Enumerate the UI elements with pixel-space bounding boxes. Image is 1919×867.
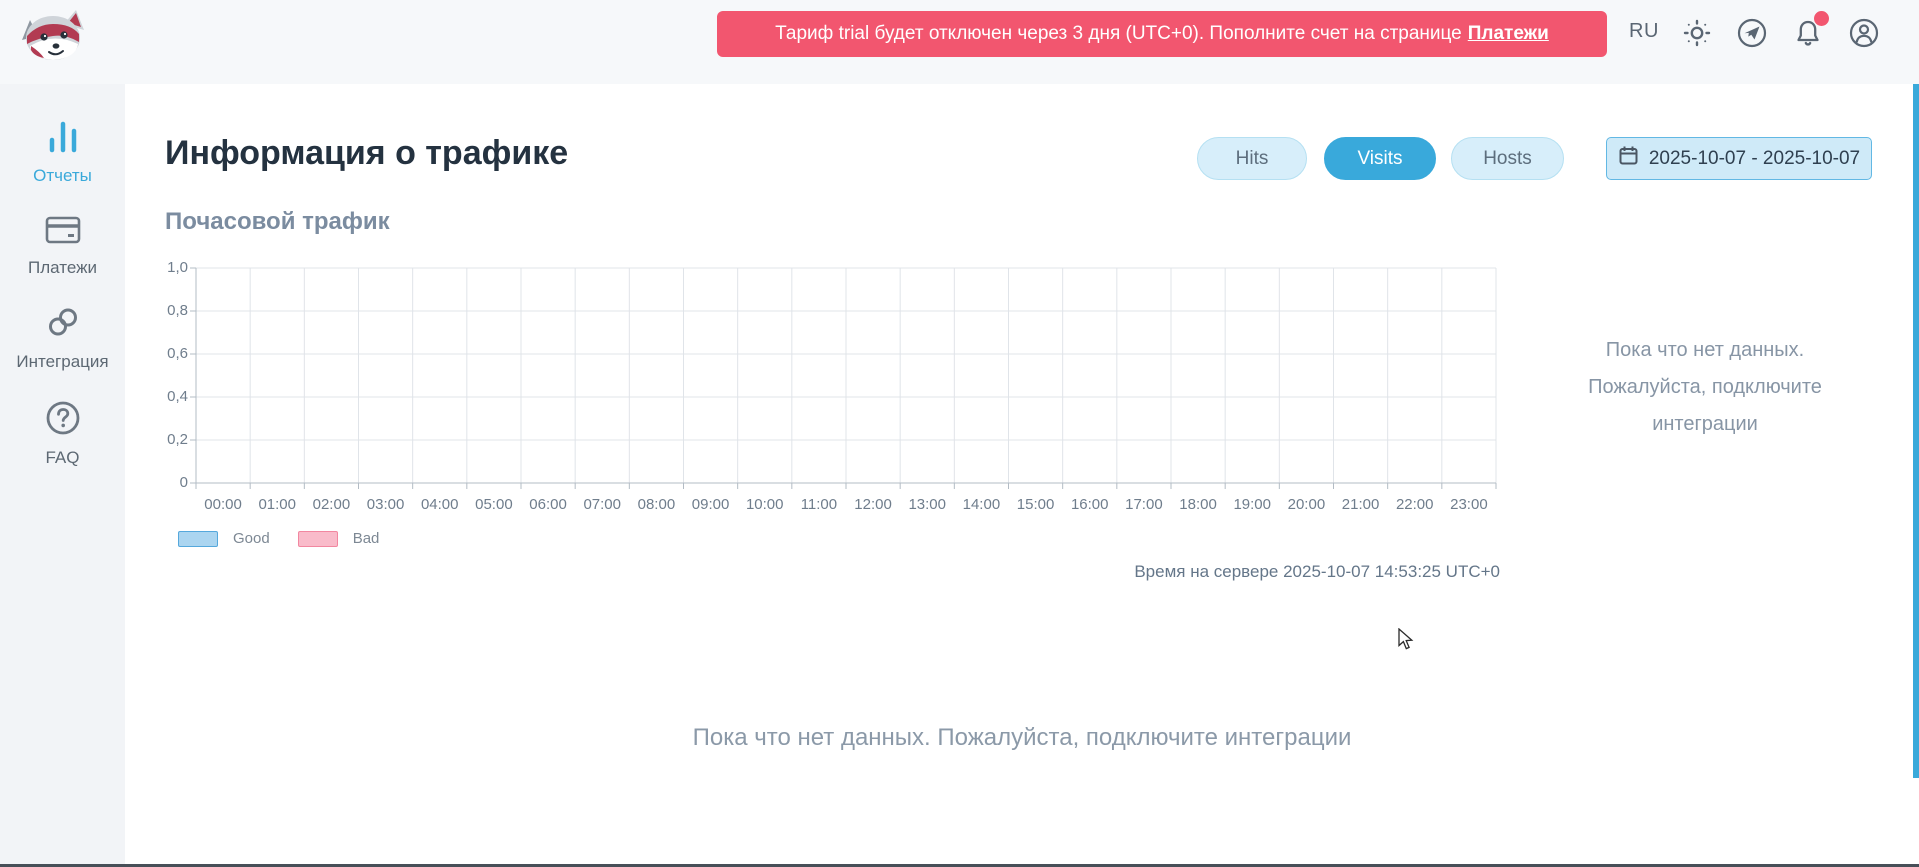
chart-grid: [196, 268, 1496, 493]
profile-icon[interactable]: [1848, 17, 1880, 49]
sidebar-item-reports[interactable]: Отчеты: [0, 116, 125, 186]
chart-empty-state-message: Пока что нет данных. Пожалуйста, подключ…: [1580, 332, 1830, 443]
x-tick-label: 04:00: [413, 496, 467, 513]
hosts-button[interactable]: Hosts: [1451, 137, 1564, 180]
trial-warning-banner: Тариф trial будет отключен через 3 дня (…: [717, 11, 1607, 57]
x-tick-label: 14:00: [954, 496, 1008, 513]
y-tick-label: 0,4: [148, 388, 188, 405]
vertical-scrollbar-thumb[interactable]: [1913, 84, 1919, 778]
payments-link[interactable]: Платежи: [1468, 23, 1549, 45]
x-tick-label: 18:00: [1171, 496, 1225, 513]
x-tick-label: 01:00: [250, 496, 304, 513]
x-tick-label: 21:00: [1334, 496, 1388, 513]
legend-label-bad: Bad: [353, 530, 380, 547]
date-range-value: 2025-10-07 - 2025-10-07: [1649, 148, 1860, 170]
x-tick-label: 23:00: [1442, 496, 1496, 513]
x-tick-label: 02:00: [304, 496, 358, 513]
sidebar-item-integration[interactable]: Интеграция: [0, 304, 125, 372]
visits-button[interactable]: Visits: [1324, 137, 1436, 180]
x-tick-label: 22:00: [1388, 496, 1442, 513]
x-tick-label: 08:00: [629, 496, 683, 513]
y-tick-label: 1,0: [148, 259, 188, 276]
y-tick-label: 0,6: [148, 345, 188, 362]
telegram-icon[interactable]: [1736, 17, 1768, 49]
language-selector[interactable]: RU: [1629, 20, 1659, 43]
top-bar: Тариф trial будет отключен через 3 дня (…: [0, 0, 1919, 84]
chart-section-title: Почасовой трафик: [165, 208, 390, 236]
x-tick-label: 09:00: [684, 496, 738, 513]
theme-sun-icon[interactable]: [1681, 17, 1713, 49]
page-title: Информация о трафике: [165, 134, 568, 173]
legend-label-good: Good: [233, 530, 270, 547]
notification-dot: [1814, 11, 1829, 26]
main-content: Информация о трафике Hits Visits Hosts 2…: [125, 84, 1919, 864]
calendar-icon: [1618, 145, 1639, 172]
question-circle-icon: [45, 400, 81, 441]
x-tick-label: 03:00: [359, 496, 413, 513]
x-tick-label: 20:00: [1279, 496, 1333, 513]
y-tick-label: 0: [148, 474, 188, 491]
x-tick-label: 06:00: [521, 496, 575, 513]
date-range-picker[interactable]: 2025-10-07 - 2025-10-07: [1606, 137, 1872, 180]
raccoon-logo[interactable]: [18, 6, 88, 64]
x-tick-label: 15:00: [1009, 496, 1063, 513]
bottom-empty-state-message: Пока что нет данных. Пожалуйста, подключ…: [125, 724, 1919, 752]
bar-chart-icon: [45, 116, 81, 159]
x-tick-label: 05:00: [467, 496, 521, 513]
sidebar-item-faq[interactable]: FAQ: [0, 400, 125, 468]
x-tick-label: 11:00: [792, 496, 846, 513]
hourly-traffic-chart: 1,00,80,60,40,20 00:0001:0002:0003:0004:…: [196, 268, 1496, 483]
x-tick-label: 13:00: [900, 496, 954, 513]
link-icon: [45, 304, 81, 345]
app-window: Тариф trial будет отключен через 3 дня (…: [0, 0, 1919, 867]
chart-legend: Good Bad: [178, 530, 379, 547]
sidebar-item-label: Платежи: [28, 258, 97, 278]
x-tick-label: 17:00: [1117, 496, 1171, 513]
sidebar-item-label: FAQ: [45, 448, 79, 468]
x-tick-label: 00:00: [196, 496, 250, 513]
legend-swatch-good: [178, 531, 218, 547]
y-tick-label: 0,8: [148, 302, 188, 319]
x-tick-label: 16:00: [1063, 496, 1117, 513]
server-time-label: Время на сервере 2025-10-07 14:53:25 UTC…: [1134, 562, 1500, 582]
x-tick-label: 19:00: [1225, 496, 1279, 513]
sidebar-item-label: Интеграция: [16, 352, 108, 372]
legend-swatch-bad: [298, 531, 338, 547]
x-tick-label: 10:00: [738, 496, 792, 513]
x-tick-label: 07:00: [575, 496, 629, 513]
banner-text: Тариф trial будет отключен через 3 дня (…: [775, 23, 1462, 45]
credit-card-icon: [44, 214, 82, 251]
x-tick-label: 12:00: [846, 496, 900, 513]
sidebar-item-payments[interactable]: Платежи: [0, 214, 125, 278]
hits-button[interactable]: Hits: [1197, 137, 1307, 180]
y-tick-label: 0,2: [148, 431, 188, 448]
sidebar-item-label: Отчеты: [33, 166, 92, 186]
mouse-cursor: [1398, 628, 1418, 655]
